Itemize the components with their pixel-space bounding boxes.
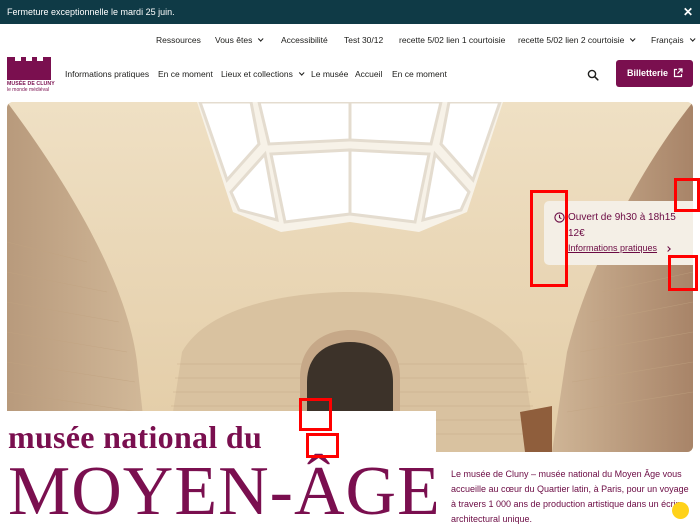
- annotation-box: [674, 178, 700, 212]
- ticket-button[interactable]: Billetterie: [616, 60, 693, 87]
- ticket-label: Billetterie: [627, 68, 669, 78]
- util-link-recette-1[interactable]: recette 5/02 lien 1 courtoisie: [399, 35, 505, 45]
- page-title-line1: musée national du: [8, 419, 263, 455]
- search-icon: [587, 69, 599, 81]
- logo-mark: [7, 56, 51, 80]
- close-icon[interactable]: ✕: [683, 4, 693, 20]
- announcement-text: Fermeture exceptionnelle le mardi 25 jui…: [7, 7, 175, 17]
- ticket-price: 12€: [568, 228, 585, 239]
- opening-hours: Ouvert de 9h30 à 18h15: [568, 212, 676, 223]
- annotation-box: [668, 255, 698, 291]
- annotation-box: [306, 433, 339, 458]
- language-selector[interactable]: Français: [651, 35, 696, 45]
- annotation-box: [299, 398, 332, 431]
- nav-informations-pratiques[interactable]: Informations pratiques: [65, 69, 149, 79]
- util-link-vous-etes[interactable]: Vous êtes: [215, 35, 264, 45]
- utility-nav: Ressources Vous êtes Accessibilité Test …: [0, 35, 700, 49]
- util-link-ressources[interactable]: Ressources: [156, 35, 201, 45]
- help-button[interactable]: [672, 502, 689, 519]
- chevron-down-icon: [298, 70, 305, 76]
- util-link-recette-2[interactable]: recette 5/02 lien 2 courtoisie: [518, 35, 636, 45]
- nav-le-musee[interactable]: Le musée: [311, 69, 348, 79]
- practical-info-link[interactable]: Informations pratiques: [568, 243, 657, 253]
- nav-en-ce-moment[interactable]: En ce moment: [158, 69, 213, 79]
- page-title-line2: MOYEN-ÂGE: [8, 453, 441, 529]
- hero-image: [7, 102, 693, 452]
- external-link-icon: [673, 68, 683, 78]
- nav-en-ce-moment-2[interactable]: En ce moment: [392, 69, 447, 79]
- util-link-accessibilite[interactable]: Accessibilité: [281, 35, 328, 45]
- museum-description: Le musée de Cluny – musée national du Mo…: [451, 469, 689, 524]
- chevron-down-icon: [630, 36, 636, 42]
- search-button[interactable]: [587, 68, 599, 81]
- museum-logo[interactable]: MUSÉE DE CLUNY le monde médiéval: [7, 56, 55, 93]
- announcement-bar: Fermeture exceptionnelle le mardi 25 jui…: [0, 0, 700, 24]
- logo-tagline: le monde médiéval: [7, 87, 49, 93]
- annotation-box: [530, 190, 568, 287]
- util-link-test[interactable]: Test 30/12: [344, 35, 383, 45]
- nav-lieux-et-collections[interactable]: Lieux et collections: [221, 69, 305, 79]
- chevron-right-icon: [665, 246, 671, 252]
- nav-accueil[interactable]: Accueil: [355, 69, 382, 79]
- chevron-down-icon: [258, 36, 264, 42]
- chevron-down-icon: [689, 36, 696, 42]
